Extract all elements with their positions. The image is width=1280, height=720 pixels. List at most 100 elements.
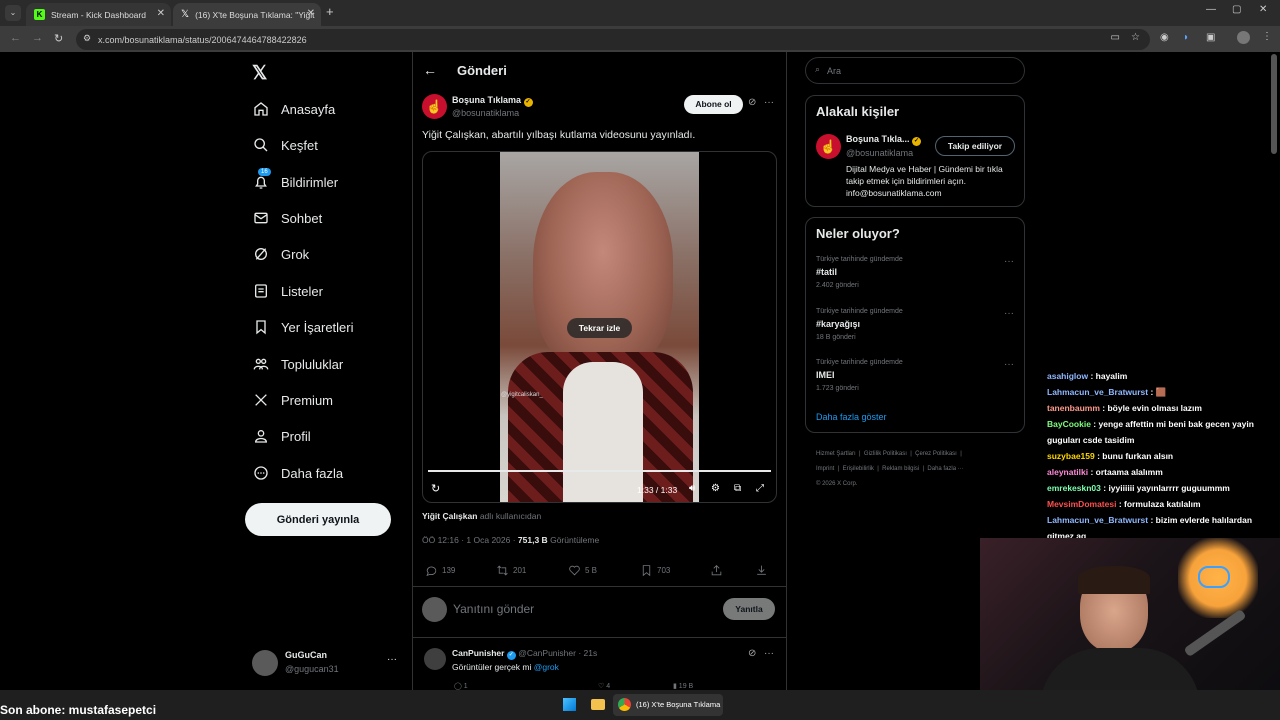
footer-link[interactable]: Imprint [816, 466, 834, 472]
window-close-icon[interactable]: ✕ [1259, 4, 1267, 15]
related-avatar[interactable]: ☝ [816, 134, 841, 159]
new-tab-button[interactable]: + [326, 4, 334, 19]
minimize-icon[interactable]: — [1206, 4, 1216, 15]
extension-icon[interactable]: ◉ [1160, 32, 1169, 43]
chat-username[interactable]: tanenbaumm [1047, 403, 1100, 413]
sidebar-item-profil[interactable]: Profil [253, 424, 311, 448]
related-name[interactable]: Boşuna Tıkla... ✓ [846, 134, 922, 146]
sidebar-item-grok[interactable]: Grok [253, 242, 309, 266]
more-icon[interactable]: ··· [764, 97, 774, 108]
cast-icon[interactable]: ▭ [1111, 32, 1120, 43]
bookmark-star-icon[interactable]: ☆ [1131, 32, 1140, 43]
video-progress-track[interactable] [428, 470, 771, 472]
chat-username[interactable]: Lahmacun_ve_Bratwurst [1047, 515, 1148, 525]
browser-menu-icon[interactable]: ⋮ [1262, 31, 1272, 42]
sidebar-item-kesfet[interactable]: Keşfet [253, 133, 318, 157]
like-action[interactable]: 5 B [568, 564, 597, 577]
footer-link[interactable]: Gizlilik Politikası [864, 451, 907, 457]
replay-icon[interactable]: ↻ [431, 482, 440, 495]
post-timestamp[interactable]: ÖÖ 12:16 · 1 Oca 2026 · [422, 535, 518, 545]
trend-item[interactable]: Türkiye tarihinde gündemde #karyağışı 18… [816, 308, 1016, 341]
sidebar-item-listeler[interactable]: Listeler [253, 279, 323, 303]
sidebar-item-premium[interactable]: Premium [253, 388, 333, 412]
footer-link[interactable]: Erişilebilirlik [843, 466, 874, 472]
download-action[interactable] [755, 564, 768, 577]
post-author-avatar[interactable]: ☝ [422, 94, 447, 119]
footer-link[interactable]: Daha fazla ··· [927, 466, 963, 472]
profile-avatar[interactable] [1237, 31, 1250, 44]
replay-button[interactable]: Tekrar izle [567, 318, 632, 338]
reply-submit-button[interactable]: Yanıtla [723, 598, 775, 620]
show-more-link[interactable]: Daha fazla göster [816, 412, 887, 422]
close-icon[interactable]: ✕ [157, 8, 165, 19]
share-action[interactable] [710, 564, 723, 577]
site-info-icon[interactable]: ⚙ [83, 33, 91, 44]
sidebar-item-daha-fazla[interactable]: Daha fazla [253, 461, 343, 485]
search-input[interactable]: Ara [827, 66, 841, 76]
trend-item[interactable]: Türkiye tarihinde gündemde IMEI 1.723 gö… [816, 359, 1016, 392]
more-icon[interactable]: ··· [1004, 256, 1014, 267]
search-box[interactable]: ⌕ Ara [805, 57, 1025, 84]
volume-icon[interactable]: 🔊︎ [689, 483, 695, 494]
chat-username[interactable]: Lahmacun_ve_Bratwurst [1047, 387, 1148, 397]
browser-tab-x[interactable]: 𝕏 (16) X'te Boşuna Tıklama: "Yiğit ✕ [173, 3, 321, 26]
video-player[interactable]: @yigitcaliskan_ Tekrar izle ↻ 1:33 / 1:3… [422, 151, 777, 503]
footer-link[interactable]: Çerez Politikası [915, 451, 957, 457]
x-logo-icon[interactable]: 𝕏 [252, 62, 267, 85]
chat-username[interactable]: emrekeskn03 [1047, 483, 1101, 493]
more-icon[interactable]: ··· [387, 654, 397, 665]
repost-action[interactable]: 201 [496, 564, 526, 577]
file-explorer-icon[interactable] [591, 699, 605, 710]
more-icon[interactable]: ··· [764, 648, 774, 659]
sidebar-item-bildirimler[interactable]: 16 Bildirimler [253, 168, 338, 194]
subscribe-button[interactable]: Abone ol [684, 95, 743, 114]
sidebar-item-sohbet[interactable]: Sohbet [253, 206, 322, 230]
pip-icon[interactable]: ⧉ [734, 483, 741, 494]
extensions-puzzle-icon[interactable]: ▣ [1206, 32, 1215, 43]
fullscreen-icon[interactable]: ⤢ [756, 483, 764, 494]
reply-author-name[interactable]: CanPunisher [452, 648, 504, 658]
account-switcher[interactable]: GuGuCan @gugucan31 ··· [252, 648, 402, 678]
chrome-taskbar-item[interactable]: (16) X'te Boşuna Tıklama [613, 694, 723, 716]
reply-likes[interactable]: ♡ 4 [598, 682, 610, 690]
post-author-name[interactable]: Boşuna Tıklama ✓ [452, 95, 533, 107]
mention-link[interactable]: @grok [534, 662, 559, 672]
footer-link[interactable]: Hizmet Şartları [816, 451, 856, 457]
sidebar-item-topluluklar[interactable]: Topluluklar [253, 352, 343, 376]
chat-username[interactable]: suzybae159 [1047, 451, 1095, 461]
grok-icon[interactable]: ⊘ [748, 648, 756, 659]
reply-author-avatar[interactable] [424, 648, 446, 670]
sidebar-item-yer-isaretleri[interactable]: Yer İşaretleri [253, 315, 354, 339]
following-button[interactable]: Takip ediliyor [935, 136, 1015, 156]
reply-views[interactable]: ▮ 19 B [673, 682, 693, 690]
attribution-user[interactable]: Yiğit Çalışkan [422, 511, 477, 521]
reply-replies[interactable]: ◯ 1 [454, 682, 468, 690]
settings-icon[interactable]: ⚙ [711, 483, 720, 494]
tab-search-button[interactable]: ⌄ [5, 5, 21, 21]
chat-username[interactable]: asahiglow [1047, 371, 1088, 381]
more-icon[interactable]: ··· [1004, 308, 1014, 319]
reply-action[interactable]: 139 [425, 564, 455, 577]
browser-tab-kick[interactable]: K Stream - Kick Dashboard ✕ [26, 3, 171, 26]
reload-icon[interactable]: ↻ [54, 32, 63, 45]
forward-icon[interactable]: → [32, 32, 43, 44]
extension-icon[interactable]: ◗ [1183, 32, 1189, 43]
more-icon[interactable]: ··· [1004, 359, 1014, 370]
windows-start-icon[interactable] [563, 698, 576, 711]
close-icon[interactable]: ✕ [307, 8, 315, 19]
url-bar[interactable]: ⚙ x.com/bosunatiklama/status/20064744647… [76, 29, 1150, 50]
grok-icon[interactable]: ⊘ [748, 97, 756, 108]
chat-username[interactable]: MevsimDomatesi [1047, 499, 1116, 509]
post-button[interactable]: Gönderi yayınla [245, 503, 391, 536]
page-scrollbar[interactable] [1271, 54, 1277, 154]
sidebar-item-anasayfa[interactable]: Anasayfa [253, 97, 335, 121]
back-arrow-icon[interactable]: ← [423, 62, 437, 78]
maximize-icon[interactable]: ▢ [1232, 4, 1241, 15]
chat-username[interactable]: BayCookie [1047, 419, 1091, 429]
footer-link[interactable]: Reklam bilgisi [882, 466, 919, 472]
back-icon[interactable]: ← [10, 32, 21, 44]
trend-item[interactable]: Türkiye tarihinde gündemde #tatil 2.402 … [816, 256, 1016, 289]
bookmark-action[interactable]: 703 [640, 564, 670, 577]
reply-input[interactable]: Yanıtını gönder [453, 602, 534, 616]
chat-username[interactable]: aleynatilki [1047, 467, 1088, 477]
